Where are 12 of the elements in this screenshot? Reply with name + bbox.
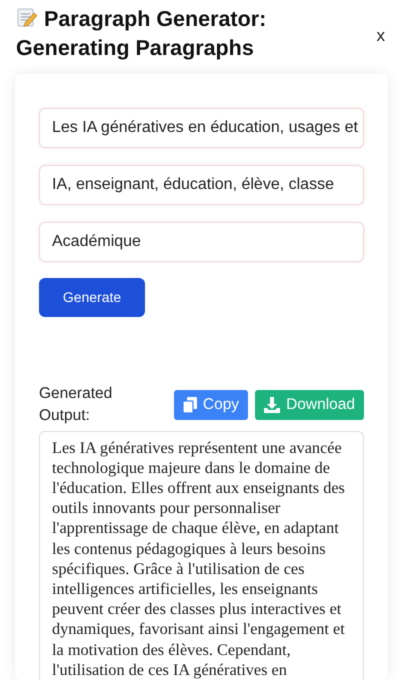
copy-icon [182,396,197,413]
copy-button[interactable]: Copy [174,390,248,420]
download-icon [264,396,280,413]
output-field[interactable]: Les IA génératives représentent une avancée technologique majeure dans le domaine de l'éducation. Elles offrent aux enseignants des outils innovants pour personnaliser l'apprentissage de chaque élève, en adaptant les contenus pédagogiques à leurs besoins spécifiques. Grâce à l'utilisation de ces intelligences artificielles, les enseignants peuvent créer des classes plus interactives et dynamiques, favorisant ainsi l'engagement et la motivation des élèves. Cependant, l'utilisation de ces IA génératives en [39,430,364,680]
page-title: Paragraph Generator: Generating Paragraphs [16,4,266,62]
input-field[interactable]: IA, enseignant, éducation, élève, classe [39,164,364,205]
memo-icon [16,6,38,28]
input-field[interactable]: Académique [39,222,364,262]
close-button[interactable]: x [372,24,389,48]
input-field[interactable]: Les IA génératives en éducation, usages et [39,108,364,148]
generate-button[interactable]: Generate [39,278,145,317]
output-label: Generated Output: [39,384,114,426]
